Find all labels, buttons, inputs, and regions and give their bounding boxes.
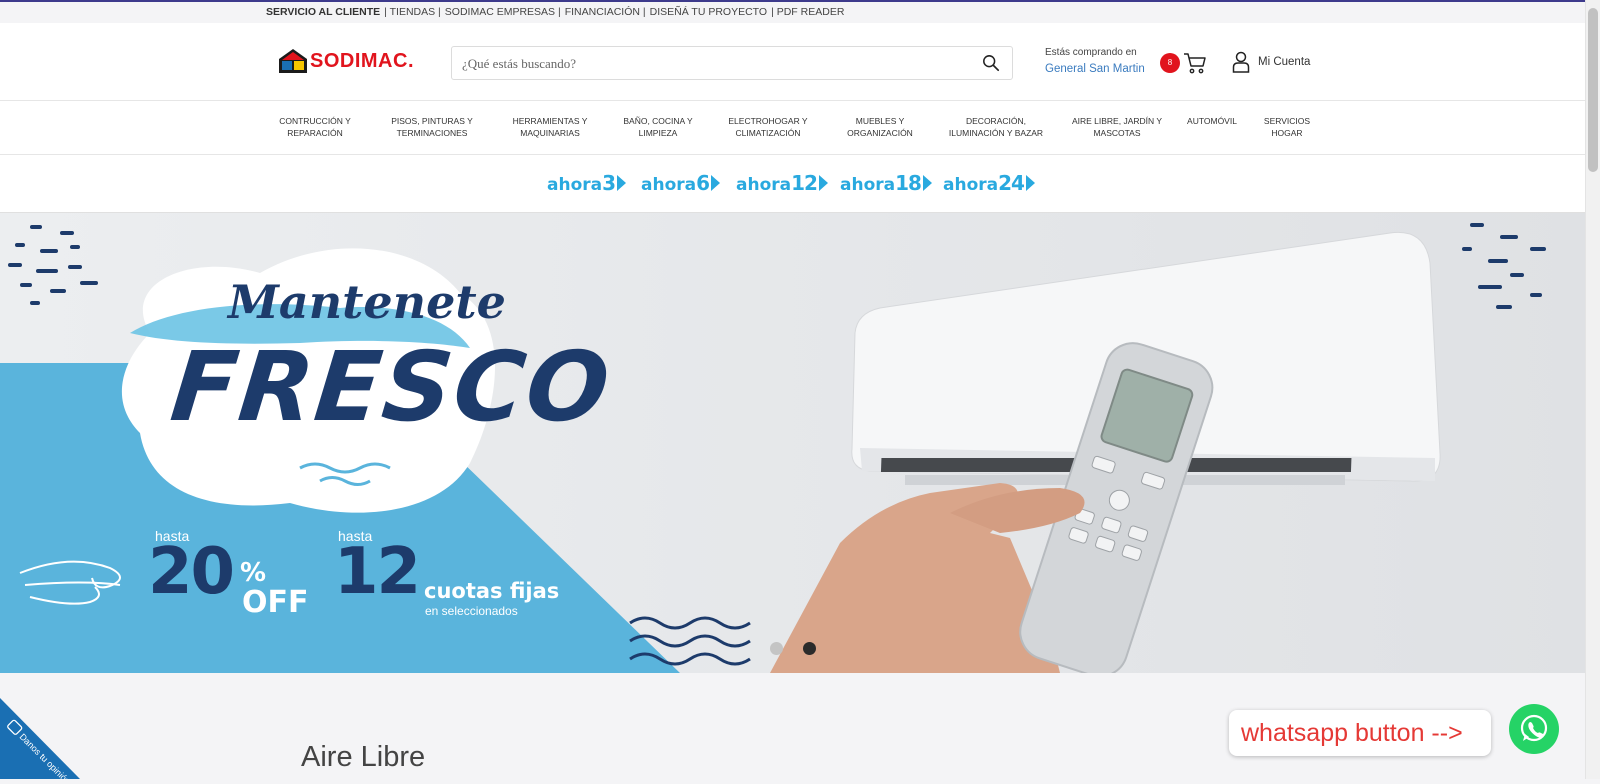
utility-bar: SERVICIO AL CLIENTE | TIENDAS | SODIMAC … — [0, 2, 1586, 23]
nav-category-aire-libre[interactable]: AIRE LIBRE, JARDÍN Y MASCOTAS — [1068, 115, 1166, 139]
installment-ahora-18[interactable]: ahora18 — [840, 171, 932, 195]
carousel-dot-1[interactable] — [770, 642, 783, 655]
nav-category-construccion[interactable]: CONTRUCCIÓN Y REPARACIÓN — [272, 115, 358, 139]
banner-title-main: FRESCO — [166, 331, 617, 443]
banner-title-script: Mantenete — [228, 275, 506, 329]
nav-category-muebles[interactable]: MUEBLES Y ORGANIZACIÓN — [834, 115, 926, 139]
utility-links: SERVICIO AL CLIENTE | TIENDAS | SODIMAC … — [266, 6, 844, 18]
nav-category-bano-cocina[interactable]: BAÑO, COCINA Y LIMPIEZA — [614, 115, 702, 139]
search-input[interactable] — [460, 53, 964, 75]
promo2-text: cuotas fijas — [424, 579, 560, 603]
search-icon[interactable] — [982, 54, 1000, 72]
whatsapp-button-label: whatsapp button --> — [1241, 719, 1463, 747]
installment-ahora-3[interactable]: ahora3 — [547, 171, 627, 195]
whatsapp-button[interactable]: whatsapp button --> — [1229, 710, 1491, 756]
store-selector-link[interactable]: General San Martin — [1045, 63, 1145, 75]
utility-link-sodimac-business[interactable]: SODIMAC EMPRESAS | — [445, 6, 561, 18]
whatsapp-icon — [1520, 714, 1548, 742]
installment-ahora-12[interactable]: ahora12 — [736, 171, 828, 195]
my-account-label: Mi Cuenta — [1258, 56, 1311, 68]
hero-banner-carousel[interactable]: Mantenete FRESCO hasta 20 % OFF hasta 12… — [0, 213, 1586, 673]
my-account-button[interactable]: Mi Cuenta — [1232, 51, 1310, 73]
play-arrow-icon — [1025, 175, 1035, 191]
page-scrollbar[interactable] — [1585, 0, 1600, 779]
main-header: SODIMAC. Estás comprando en General San … — [0, 23, 1586, 101]
nav-category-herramientas[interactable]: HERRAMIENTAS Y MAQUINARIAS — [506, 115, 594, 139]
utility-link-design-project[interactable]: DISEÑÁ TU PROYECTO — [650, 6, 767, 18]
nav-category-automovil[interactable]: AUTOMÓVIL — [1182, 115, 1242, 127]
store-selector-label: Estás comprando en — [1045, 47, 1137, 58]
installments-strip: ahora3 ahora6 ahora12 ahora18 ahora24 — [0, 155, 1586, 213]
promo1-value: 20 — [148, 535, 235, 609]
play-arrow-icon — [617, 175, 627, 191]
carousel-dot-2-active[interactable] — [803, 642, 816, 655]
nav-category-decoracion[interactable]: DECORACIÓN, ILUMINACIÓN Y BAZAR — [944, 115, 1048, 139]
nav-category-pisos-pinturas[interactable]: PISOS, PINTURAS Y TERMINACIONES — [386, 115, 478, 139]
cart-count-badge[interactable]: 8 — [1160, 53, 1180, 73]
scrollbar-thumb[interactable] — [1588, 8, 1598, 172]
logo-wordmark: SODIMAC. — [310, 50, 414, 72]
feedback-ribbon: Danos tu opinión — [0, 698, 80, 784]
promo2-subtext: en seleccionados — [425, 604, 518, 618]
utility-link-customer-service[interactable]: SERVICIO AL CLIENTE — [266, 6, 380, 18]
installment-ahora-6[interactable]: ahora6 — [641, 171, 721, 195]
promo1-percent: % — [240, 558, 267, 588]
play-arrow-icon — [922, 175, 932, 191]
nav-category-electrohogar[interactable]: ELECTROHOGAR Y CLIMATIZACIÓN — [722, 115, 814, 139]
utility-link-stores[interactable]: | TIENDAS | — [384, 6, 441, 18]
play-arrow-icon — [818, 175, 828, 191]
feedback-tab[interactable]: Danos tu opinión — [0, 698, 80, 784]
user-icon — [1232, 51, 1250, 73]
house-logo-icon — [279, 49, 307, 73]
play-arrow-icon — [711, 175, 721, 191]
shopping-cart-icon[interactable] — [1183, 51, 1207, 75]
nav-category-servicios-hogar[interactable]: SERVICIOS HOGAR — [1256, 115, 1318, 139]
category-nav: CONTRUCCIÓN Y REPARACIÓN PISOS, PINTURAS … — [0, 101, 1586, 155]
utility-link-financing[interactable]: FINANCIACIÓN | — [565, 6, 646, 18]
section-title: Aire Libre — [301, 741, 426, 773]
search-bar[interactable] — [451, 46, 1013, 80]
promo1-off: OFF — [242, 585, 309, 620]
promo2-value: 12 — [334, 535, 421, 609]
utility-link-pdf-reader[interactable]: | PDF READER — [771, 6, 844, 18]
installment-ahora-24[interactable]: ahora24 — [943, 171, 1035, 195]
whatsapp-floating-button[interactable] — [1509, 704, 1559, 754]
sodimac-logo[interactable]: SODIMAC. — [278, 48, 418, 76]
